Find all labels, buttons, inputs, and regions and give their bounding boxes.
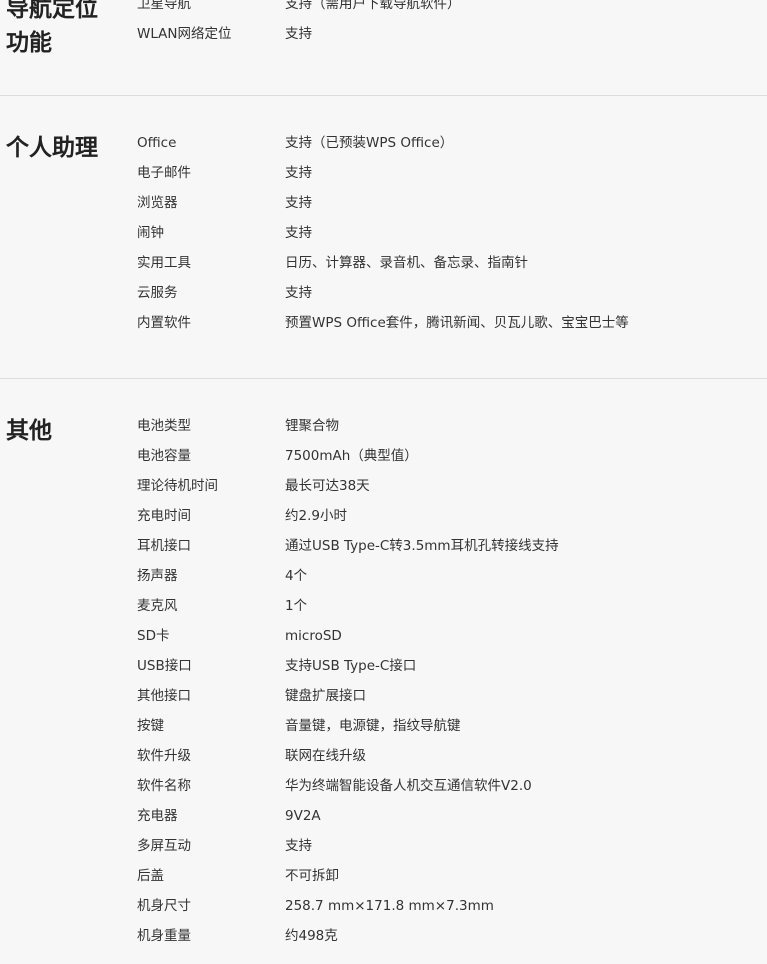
spec-row: 后盖 不可拆卸 [0, 861, 767, 891]
spec-value: 日历、计算器、录音机、备忘录、指南针 [285, 255, 528, 271]
spec-row: Office 支持（已预装WPS Office） [0, 128, 767, 158]
spec-label: 电池容量 [137, 448, 191, 464]
spec-label: 耳机接口 [137, 538, 191, 554]
spec-row: 理论待机时间 最长可达38天 [0, 471, 767, 501]
spec-row: 实用工具 日历、计算器、录音机、备忘录、指南针 [0, 248, 767, 278]
section-divider [0, 378, 767, 379]
spec-row: 扬声器 4个 [0, 561, 767, 591]
spec-label: 后盖 [137, 868, 164, 884]
spec-value: 联网在线升级 [285, 748, 366, 764]
spec-value: 支持 [285, 165, 312, 181]
spec-row: SD卡 microSD [0, 621, 767, 651]
spec-value: 华为终端智能设备人机交互通信软件V2.0 [285, 778, 532, 794]
section-divider [0, 95, 767, 96]
spec-label: 机身尺寸 [137, 898, 191, 914]
spec-row: 电子邮件 支持 [0, 158, 767, 188]
spec-value: 支持 [285, 26, 312, 42]
spec-label: 其他接口 [137, 688, 191, 704]
spec-value: 支持（已预装WPS Office） [285, 135, 454, 151]
spec-value: 锂聚合物 [285, 418, 339, 434]
spec-row: 充电器 9V2A [0, 801, 767, 831]
spec-label: 内置软件 [137, 315, 191, 331]
spec-label: 软件名称 [137, 778, 191, 794]
spec-value: 支持（需用户下载导航软件） [285, 0, 461, 12]
spec-row: 机身尺寸 258.7 mm×171.8 mm×7.3mm [0, 891, 767, 921]
spec-row: 耳机接口 通过USB Type-C转3.5mm耳机孔转接线支持 [0, 531, 767, 561]
spec-value: 9V2A [285, 808, 321, 824]
spec-row: 麦克风 1个 [0, 591, 767, 621]
spec-row: 多屏互动 支持 [0, 831, 767, 861]
spec-row: 卫星导航 支持（需用户下载导航软件） [0, 0, 767, 19]
spec-label: Office [137, 135, 177, 151]
spec-value: 支持 [285, 225, 312, 241]
spec-page: 导航定位 功能 卫星导航 支持（需用户下载导航软件） WLAN网络定位 支持 个… [0, 0, 767, 964]
spec-row: 电池类型 锂聚合物 [0, 411, 767, 441]
spec-label: 扬声器 [137, 568, 178, 584]
spec-label: 充电时间 [137, 508, 191, 524]
spec-label: 理论待机时间 [137, 478, 218, 494]
spec-label: 浏览器 [137, 195, 178, 211]
spec-row: 机身重量 约498克 [0, 921, 767, 951]
spec-row: WLAN网络定位 支持 [0, 19, 767, 49]
spec-label: 麦克风 [137, 598, 178, 614]
spec-label: 电池类型 [137, 418, 191, 434]
spec-row: 充电时间 约2.9小时 [0, 501, 767, 531]
spec-value: 支持 [285, 285, 312, 301]
spec-row: 电池容量 7500mAh（典型值） [0, 441, 767, 471]
spec-value: 7500mAh（典型值） [285, 448, 418, 464]
spec-label: 云服务 [137, 285, 178, 301]
spec-label: 按键 [137, 718, 164, 734]
spec-value: 约2.9小时 [285, 508, 347, 524]
spec-row: 内置软件 预置WPS Office套件，腾讯新闻、贝瓦儿歌、宝宝巴士等 [0, 308, 767, 338]
spec-value: 支持 [285, 838, 312, 854]
spec-value: 约498克 [285, 928, 338, 944]
spec-value: 1个 [285, 598, 308, 614]
spec-row: 按键 音量键，电源键，指纹导航键 [0, 711, 767, 741]
spec-label: 实用工具 [137, 255, 191, 271]
spec-value: 258.7 mm×171.8 mm×7.3mm [285, 898, 494, 914]
spec-label: 卫星导航 [137, 0, 191, 12]
spec-value: 键盘扩展接口 [285, 688, 366, 704]
spec-value: 最长可达38天 [285, 478, 370, 494]
spec-row: 软件升级 联网在线升级 [0, 741, 767, 771]
spec-row: 浏览器 支持 [0, 188, 767, 218]
spec-value: 不可拆卸 [285, 868, 339, 884]
spec-value: 预置WPS Office套件，腾讯新闻、贝瓦儿歌、宝宝巴士等 [285, 315, 629, 331]
spec-label: WLAN网络定位 [137, 26, 232, 42]
spec-label: SD卡 [137, 628, 170, 644]
spec-value: 通过USB Type-C转3.5mm耳机孔转接线支持 [285, 538, 559, 554]
spec-label: USB接口 [137, 658, 192, 674]
spec-value: 支持USB Type-C接口 [285, 658, 417, 674]
spec-row: 其他接口 键盘扩展接口 [0, 681, 767, 711]
spec-value: 4个 [285, 568, 308, 584]
spec-label: 软件升级 [137, 748, 191, 764]
spec-row: 云服务 支持 [0, 278, 767, 308]
spec-label: 电子邮件 [137, 165, 191, 181]
spec-row: 软件名称 华为终端智能设备人机交互通信软件V2.0 [0, 771, 767, 801]
spec-row: USB接口 支持USB Type-C接口 [0, 651, 767, 681]
spec-label: 闹钟 [137, 225, 164, 241]
spec-label: 多屏互动 [137, 838, 191, 854]
spec-label: 充电器 [137, 808, 178, 824]
spec-label: 机身重量 [137, 928, 191, 944]
spec-value: 支持 [285, 195, 312, 211]
spec-value: 音量键，电源键，指纹导航键 [285, 718, 461, 734]
spec-row: 闹钟 支持 [0, 218, 767, 248]
spec-value: microSD [285, 628, 342, 644]
